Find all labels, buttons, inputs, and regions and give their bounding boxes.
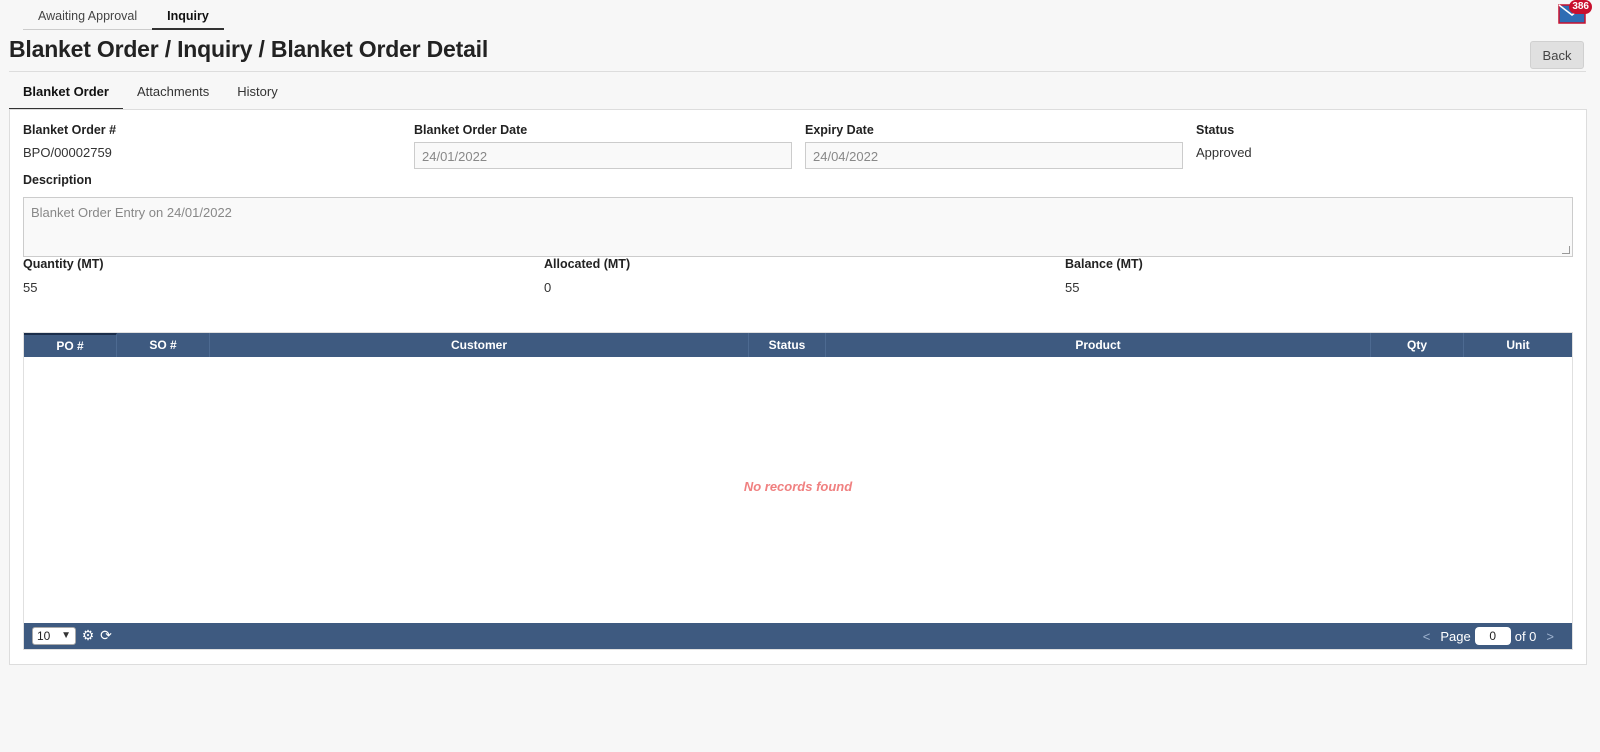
col-unit[interactable]: Unit: [1464, 333, 1572, 357]
quantity-value: 55: [23, 280, 38, 295]
top-tabs: Awaiting Approval Inquiry: [23, 6, 224, 30]
col-customer[interactable]: Customer: [210, 333, 749, 357]
bo-date-field[interactable]: 24/01/2022: [414, 142, 792, 169]
tab-awaiting-approval[interactable]: Awaiting Approval: [23, 6, 153, 30]
status-label: Status: [1196, 123, 1235, 137]
expiry-date-field[interactable]: 24/04/2022: [805, 142, 1183, 169]
col-qty[interactable]: Qty: [1371, 333, 1464, 357]
page-number-input[interactable]: 0: [1474, 627, 1511, 645]
quantity-label: Quantity (MT): [23, 257, 104, 271]
balance-value: 55: [1065, 280, 1080, 295]
balance-label: Balance (MT): [1065, 257, 1143, 271]
pager: < Page 0 of 0 >: [1413, 627, 1564, 645]
mail-button[interactable]: 386: [1558, 0, 1592, 24]
page-total: of 0: [1514, 628, 1537, 644]
chevron-down-icon: ▼: [61, 630, 71, 641]
detail-panel: Blanket Order # BPO/00002759 Blanket Ord…: [9, 109, 1587, 665]
col-po-number[interactable]: PO #: [24, 333, 117, 357]
tab-history[interactable]: History: [223, 79, 291, 110]
tab-blanket-order[interactable]: Blanket Order: [9, 79, 123, 110]
description-text: Blanket Order Entry on 24/01/2022: [31, 205, 232, 220]
empty-message: No records found: [743, 479, 853, 494]
col-so-number[interactable]: SO #: [117, 333, 210, 357]
mail-count-badge: 386: [1569, 0, 1592, 14]
refresh-icon[interactable]: ⟳: [98, 627, 114, 643]
bo-number-label: Blanket Order #: [23, 123, 117, 137]
gear-icon[interactable]: ⚙: [80, 627, 96, 643]
tab-inquiry[interactable]: Inquiry: [152, 6, 224, 30]
grid-header: PO # SO # Customer Status Product Qty Un…: [24, 333, 1572, 357]
description-label: Description: [23, 173, 92, 187]
resize-handle[interactable]: [1562, 246, 1570, 254]
col-product[interactable]: Product: [826, 333, 1371, 357]
page-size-value: 10: [37, 629, 51, 643]
detail-tabs: Blanket Order Attachments History: [9, 79, 292, 110]
status-value: Approved: [1196, 145, 1252, 160]
tab-attachments[interactable]: Attachments: [123, 79, 223, 110]
grid-footer: 10 ▼ ⚙ ⟳ < Page 0 of 0 >: [24, 623, 1572, 649]
back-button[interactable]: Back: [1530, 41, 1584, 69]
expiry-date-label: Expiry Date: [805, 123, 874, 137]
col-status[interactable]: Status: [749, 333, 826, 357]
orders-grid: PO # SO # Customer Status Product Qty Un…: [23, 332, 1573, 650]
page-label: Page: [1440, 628, 1471, 644]
page-title: Blanket Order / Inquiry / Blanket Order …: [9, 36, 489, 62]
page-size-select[interactable]: 10 ▼: [32, 627, 76, 645]
title-divider: [9, 71, 1586, 72]
bo-number-value: BPO/00002759: [23, 145, 112, 160]
description-field[interactable]: Blanket Order Entry on 24/01/2022: [23, 197, 1573, 257]
allocated-label: Allocated (MT): [544, 257, 631, 271]
allocated-value: 0: [544, 280, 552, 295]
next-page-button[interactable]: >: [1546, 629, 1554, 644]
bo-date-label: Blanket Order Date: [414, 123, 528, 137]
prev-page-button[interactable]: <: [1423, 629, 1431, 644]
